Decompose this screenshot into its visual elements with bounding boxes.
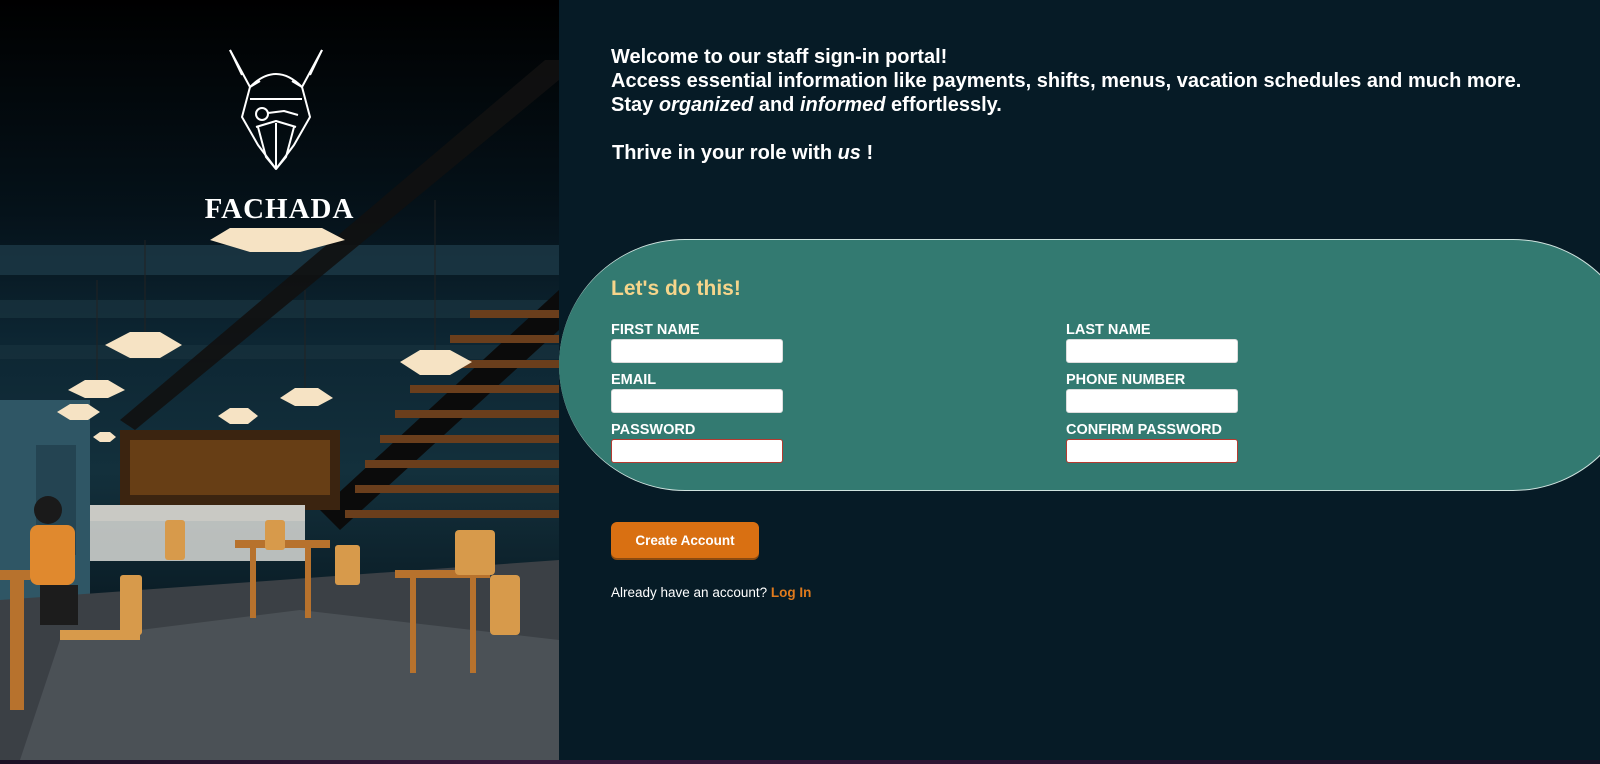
last-name-input[interactable]: [1066, 339, 1238, 363]
intro-description: Access essential information like paymen…: [611, 70, 1522, 92]
login-prompt: Already have an account? Log In: [611, 585, 811, 600]
bottom-edge-strip: [0, 760, 1600, 764]
phone-number-input[interactable]: [1066, 389, 1238, 413]
viking-logo-icon: [229, 49, 323, 170]
create-account-button[interactable]: Create Account: [611, 522, 759, 558]
welcome-heading: Welcome to our staff sign-in portal!: [611, 46, 948, 68]
email-label: EMAIL: [611, 372, 657, 388]
thrive-text: Thrive in your role with us !: [612, 142, 874, 164]
login-link[interactable]: Log In: [771, 585, 812, 600]
intro-tagline: Stay organized and informed effortlessly…: [611, 94, 1002, 116]
last-name-label: LAST NAME: [1066, 322, 1151, 338]
intro-text: Welcome to our staff sign-in portal! Acc…: [611, 45, 1521, 165]
first-name-input[interactable]: [611, 339, 783, 363]
brand-name: FACHADA: [204, 193, 355, 225]
first-name-label: FIRST NAME: [611, 322, 700, 338]
login-prompt-text: Already have an account?: [611, 585, 771, 600]
confirm-password-input[interactable]: [1066, 439, 1238, 463]
confirm-password-label: CONFIRM PASSWORD: [1066, 422, 1223, 438]
password-label: PASSWORD: [611, 422, 696, 438]
email-input[interactable]: [611, 389, 783, 413]
form-title: Let's do this!: [611, 277, 741, 300]
restaurant-photo-panel: FACHADA: [0, 0, 559, 760]
password-input[interactable]: [611, 439, 783, 463]
phone-number-label: PHONE NUMBER: [1066, 372, 1186, 388]
